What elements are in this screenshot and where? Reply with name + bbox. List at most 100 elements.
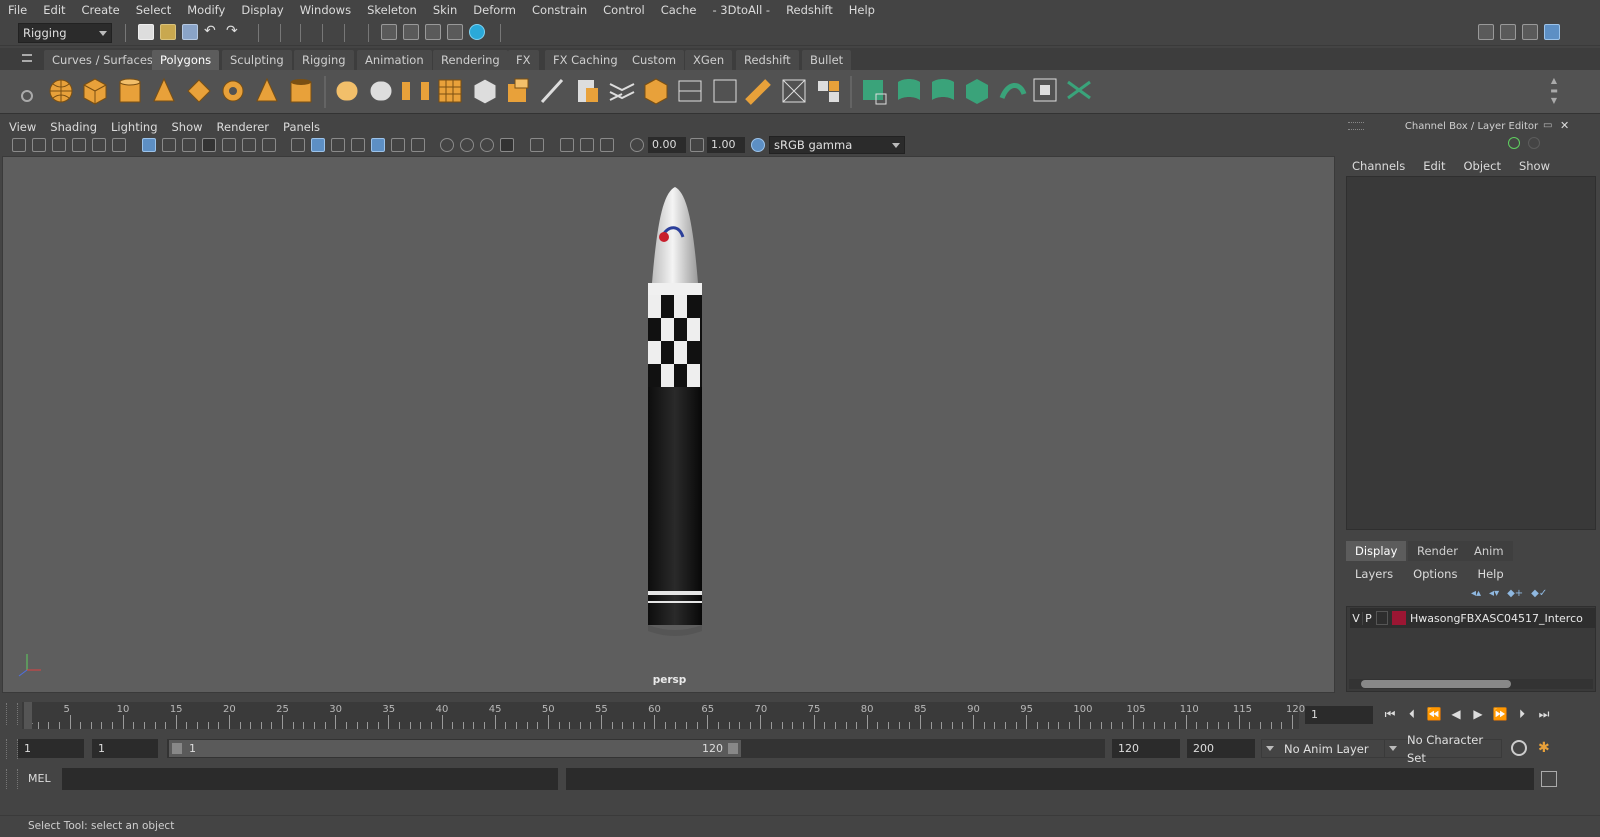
layer-display-type-toggle[interactable] [1376, 611, 1388, 625]
drag-handle-icon[interactable] [6, 703, 18, 725]
script-editor-icon[interactable] [1541, 771, 1557, 787]
object-menu[interactable]: Object [1455, 156, 1510, 176]
menu-file[interactable]: File [0, 0, 35, 20]
redo-icon[interactable]: ↷ [226, 24, 242, 40]
move-layer-down-icon[interactable]: ◂▾ [1489, 588, 1499, 599]
exposure-field[interactable]: 0.00 [648, 137, 686, 153]
wireframe-on-shaded-icon[interactable] [351, 138, 365, 152]
anim-layer-dropdown[interactable]: No Anim Layer [1261, 739, 1391, 758]
tab-curves-surfaces[interactable]: Curves / Surfaces [44, 50, 161, 70]
command-input[interactable] [62, 768, 558, 790]
attribute-editor-icon[interactable] [1500, 24, 1516, 40]
new-scene-icon[interactable] [138, 24, 154, 40]
rocket-model[interactable] [633, 183, 717, 639]
gate-mask-icon[interactable] [202, 138, 216, 152]
shadows-icon[interactable] [411, 138, 425, 152]
channels-menu[interactable]: Channels [1343, 156, 1414, 176]
color-management-icon[interactable] [751, 138, 765, 152]
help-menu[interactable]: Help [1465, 565, 1511, 583]
drag-handle-icon[interactable] [1348, 122, 1364, 130]
tab-bullet[interactable]: Bullet [802, 50, 852, 70]
tab-rendering[interactable]: Rendering [433, 50, 508, 70]
textured-icon[interactable] [371, 138, 385, 152]
exposure-icon[interactable] [630, 138, 644, 152]
drag-handle-icon[interactable] [6, 739, 18, 759]
depth-of-field-icon[interactable] [500, 138, 514, 152]
show-menu[interactable]: Show [1510, 156, 1559, 176]
current-time-marker[interactable] [24, 702, 32, 729]
tab-sculpting[interactable]: Sculpting [222, 50, 292, 70]
motion-blur-icon[interactable] [460, 138, 474, 152]
wireframe-icon[interactable] [291, 138, 305, 152]
screen-space-ao-icon[interactable] [440, 138, 454, 152]
edit-menu[interactable]: Edit [1414, 156, 1454, 176]
bookmark-icon[interactable] [52, 138, 66, 152]
render-view-icon[interactable] [381, 24, 397, 40]
script-language-toggle[interactable]: MEL [28, 772, 51, 785]
menu-display[interactable]: Display [233, 0, 291, 20]
image-plane-icon[interactable] [72, 138, 86, 152]
menu-help[interactable]: Help [841, 0, 883, 20]
playback-start-field[interactable]: 1 [92, 739, 158, 758]
tab-redshift[interactable]: Redshift [736, 50, 799, 70]
horizontal-scrollbar[interactable] [1349, 679, 1593, 689]
isolate-select-icon[interactable] [530, 138, 544, 152]
gamma-field[interactable]: 1.00 [707, 137, 745, 153]
scene-end-field[interactable]: 200 [1187, 739, 1255, 758]
tab-xgen[interactable]: XGen [685, 50, 733, 70]
tab-polygons[interactable]: Polygons [152, 50, 220, 70]
xray-joints-icon[interactable] [580, 138, 594, 152]
tab-anim-layers[interactable]: Anim [1465, 541, 1513, 561]
tool-settings-icon[interactable] [1522, 24, 1538, 40]
range-bar[interactable]: 1 120 [169, 740, 741, 757]
xray-icon[interactable] [560, 138, 574, 152]
layers-menu[interactable]: Layers [1343, 565, 1401, 583]
current-frame-field[interactable]: 1 [1305, 706, 1373, 724]
color-space-dropdown[interactable]: sRGB gamma [769, 136, 905, 154]
step-back-key-icon[interactable]: ⏪ [1426, 706, 1442, 722]
safe-action-icon[interactable] [242, 138, 256, 152]
layer-visibility-toggle[interactable]: V [1350, 612, 1362, 625]
step-back-frame-icon[interactable]: ⏴ [1404, 706, 1420, 722]
menu-cache[interactable]: Cache [653, 0, 705, 20]
menu-create[interactable]: Create [74, 0, 128, 20]
float-panel-icon[interactable]: ▭ [1543, 120, 1552, 131]
ipr-render-icon[interactable] [425, 24, 441, 40]
play-backwards-icon[interactable]: ◀ [1448, 706, 1464, 722]
layer-name[interactable]: HwasongFBXASC04517_Interco [1410, 612, 1583, 625]
viewport-menu-renderer[interactable]: Renderer [210, 120, 277, 134]
hypershade-icon[interactable] [469, 24, 485, 40]
layer-playback-toggle[interactable]: P [1362, 611, 1374, 625]
tab-fx-caching[interactable]: FX Caching [545, 50, 626, 70]
close-icon[interactable]: ✕ [1560, 119, 1569, 132]
viewport-menu-shading[interactable]: Shading [43, 120, 104, 134]
step-forward-frame-icon[interactable]: ⏵ [1514, 706, 1530, 722]
tab-fx[interactable]: FX [508, 50, 539, 70]
menu-windows[interactable]: Windows [292, 0, 359, 20]
gamma-icon[interactable] [690, 138, 704, 152]
select-camera-icon[interactable] [12, 138, 26, 152]
speed-icon[interactable] [1528, 137, 1540, 149]
channel-box-icon[interactable] [1544, 24, 1560, 40]
menu-control[interactable]: Control [595, 0, 653, 20]
shelf-menu-icon[interactable] [22, 54, 32, 62]
menu-edit[interactable]: Edit [35, 0, 73, 20]
field-chart-icon[interactable] [222, 138, 236, 152]
save-scene-icon[interactable] [182, 24, 198, 40]
smooth-shade-icon[interactable] [311, 138, 325, 152]
move-layer-up-icon[interactable]: ◂▴ [1471, 588, 1481, 599]
auto-key-icon[interactable] [1511, 740, 1527, 756]
viewport-menu-show[interactable]: Show [165, 120, 210, 134]
menu-skin[interactable]: Skin [425, 0, 465, 20]
camera-attributes-icon[interactable] [32, 138, 46, 152]
layer-row[interactable]: V P HwasongFBXASC04517_Interco [1350, 608, 1596, 628]
menu-skeleton[interactable]: Skeleton [359, 0, 425, 20]
manipulator-icon[interactable] [1508, 137, 1520, 149]
use-default-material-icon[interactable] [331, 138, 345, 152]
options-menu[interactable]: Options [1401, 565, 1465, 583]
viewport-menu-view[interactable]: View [2, 120, 43, 134]
modeling-toolkit-icon[interactable] [1478, 24, 1494, 40]
xray-components-icon[interactable] [600, 138, 614, 152]
timeline-ruler[interactable]: 1510152025303540455055606570758085909510… [22, 702, 1305, 729]
character-set-dropdown[interactable]: No Character Set [1384, 733, 1502, 765]
